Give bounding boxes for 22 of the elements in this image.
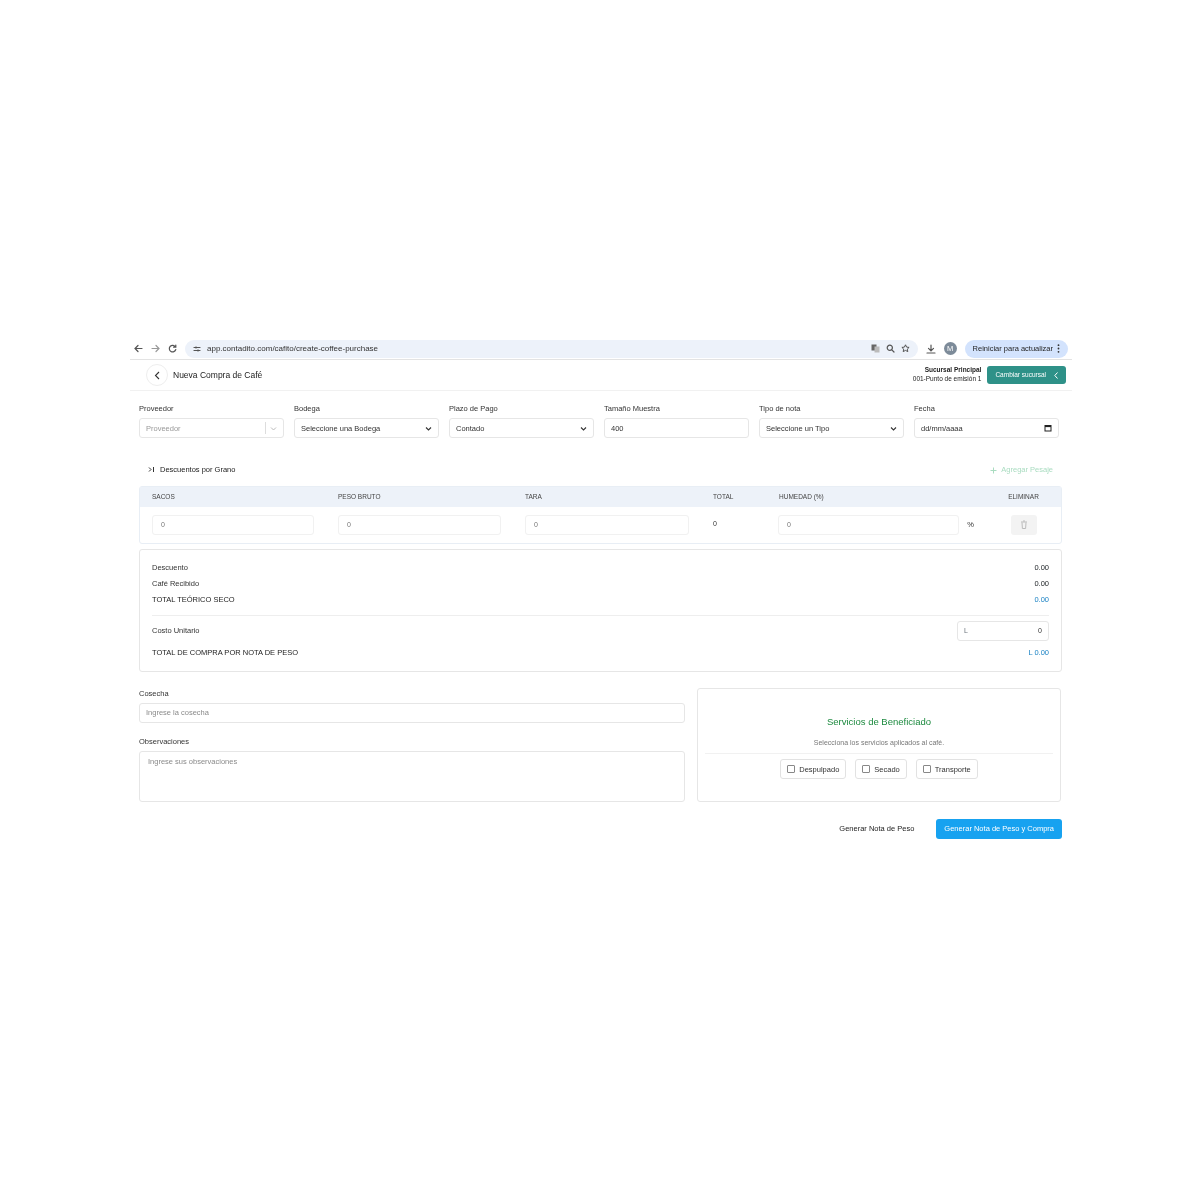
trash-icon — [1019, 520, 1028, 529]
more-icon — [1057, 344, 1060, 353]
expand-icon — [148, 466, 155, 474]
caret-icon — [580, 425, 587, 431]
chevron-left-icon — [1054, 371, 1058, 379]
download-icon[interactable] — [925, 343, 936, 354]
plus-icon — [990, 466, 998, 474]
caret-icon — [270, 425, 277, 431]
address-bar[interactable]: app.contadito.com/cafito/create-coffee-purchase — [185, 339, 918, 358]
translate-icon[interactable] — [870, 344, 880, 353]
calendar-icon — [1044, 424, 1052, 433]
forward-icon[interactable] — [151, 344, 160, 353]
star-icon[interactable] — [900, 344, 910, 353]
back-icon[interactable] — [134, 344, 143, 353]
panel-title: Servicios de Beneficiado — [826, 714, 931, 729]
zoom-icon[interactable] — [885, 344, 895, 353]
caret-icon — [425, 425, 432, 431]
reload-icon[interactable] — [168, 344, 177, 353]
page-title: Nueva Compra de Café — [173, 368, 264, 382]
site-settings-icon — [193, 344, 201, 353]
chevron-left-icon — [154, 370, 160, 380]
caret-icon — [890, 425, 897, 431]
